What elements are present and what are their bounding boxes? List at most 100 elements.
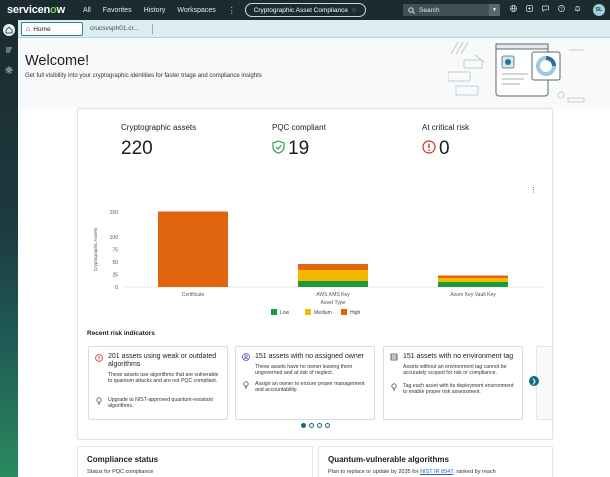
page-title: Welcome! [25, 53, 90, 69]
x-tick-label: Azure Key Vault Key [450, 292, 496, 298]
risk-card-title: 151 assets with no environment tag [403, 353, 514, 360]
workspace-tabs: ⌂ Home crucsvsph01.cr... [18, 20, 610, 38]
risk-card-no-environment[interactable]: 151 assets with no environment tag Asset… [383, 346, 523, 420]
risk-card-title: 201 assets using weak or outdated algori… [108, 353, 217, 368]
servicenow-logo[interactable]: servicenow [7, 4, 69, 16]
star-icon[interactable]: ☆ [351, 6, 357, 14]
quantum-sub-pre: Plan to replace or update by 2035 for [328, 469, 419, 475]
y-tick-label: 25 [112, 272, 118, 278]
carousel-dot[interactable] [317, 423, 322, 428]
compliance-status-subtitle: Status for PQC compliance [87, 469, 154, 475]
legend-label: Medium [314, 310, 332, 316]
global-search[interactable]: Search ▼ [403, 4, 500, 16]
bar-segment [158, 211, 228, 287]
metric-cryptographic-assets[interactable]: Cryptographic assets 220 [121, 123, 196, 160]
top-nav: All Favorites History Workspaces ⋮ [83, 6, 250, 15]
nav-history[interactable]: History [144, 7, 166, 14]
sparkle-icon[interactable] [526, 5, 533, 12]
y-tick-label: 150 [110, 210, 119, 216]
alert-icon [95, 354, 103, 362]
legend-swatch [271, 309, 277, 315]
x-tick-label: Certificate [182, 292, 205, 298]
user-icon [242, 353, 250, 361]
carousel-dot[interactable] [301, 423, 306, 428]
metric-pqc-compliant[interactable]: PQC compliant 19 [272, 123, 326, 160]
bar-segment [438, 278, 508, 282]
bar-segment [438, 282, 508, 287]
chart-options-icon[interactable]: ⋮ [530, 186, 537, 194]
lightbulb-icon [243, 381, 249, 389]
compliance-status-title: Compliance status [87, 455, 159, 464]
nav-favorites[interactable]: Favorites [103, 7, 132, 14]
shield-check-icon [272, 138, 285, 160]
top-header: servicenow All Favorites History Workspa… [0, 0, 610, 20]
nist-ir-link[interactable]: NIST IR 8547 [420, 469, 453, 475]
home-icon[interactable] [3, 24, 15, 36]
overview-card: Cryptographic assets 220 PQC compliant 1… [77, 108, 553, 440]
tab-home[interactable]: ⌂ Home [21, 22, 83, 36]
risk-card-action: Upgrade to NIST-approved quantum-resista… [108, 397, 213, 410]
user-avatar[interactable]: SL [593, 4, 605, 16]
server-icon [390, 353, 398, 361]
page-subtitle: Get full visibility into your cryptograp… [25, 73, 262, 79]
bell-icon[interactable] [574, 5, 581, 12]
bar-segment [298, 270, 368, 281]
app-scope-pill[interactable]: Cryptographic Asset Compliance ☆ [245, 3, 366, 17]
welcome-banner: Welcome! Get full visibility into your c… [18, 38, 610, 108]
asset-type-chart: 0 25 50 75 100 150 Cryptographic Assets Certifi… [93, 210, 543, 316]
metric-pqc-value: 19 [288, 138, 310, 159]
globe-icon[interactable] [510, 5, 517, 12]
app-scope-label: Cryptographic Asset Compliance [253, 6, 348, 14]
x-axis-label: Asset Type [321, 300, 346, 306]
quantum-algorithms-subtitle: Plan to replace or update by 2035 for NI… [328, 469, 496, 475]
hero-illustration [448, 41, 585, 103]
settings-gear-icon[interactable] [3, 64, 15, 76]
search-dropdown-icon[interactable]: ▼ [489, 4, 500, 16]
lightbulb-icon [391, 383, 397, 391]
risk-card-desc: Assets without an environment tag cannot… [403, 364, 507, 377]
risk-card-action: Assign an owner to ensure proper managem… [255, 381, 365, 394]
nav-workspaces[interactable]: Workspaces [177, 7, 215, 14]
legend-label: High [350, 310, 361, 316]
lightbulb-icon [96, 397, 102, 405]
y-tick-label: 50 [112, 260, 118, 266]
risk-card-weak-algorithms[interactable]: 201 assets using weak or outdated algori… [88, 346, 228, 420]
left-rail [0, 20, 18, 477]
carousel-next-button[interactable]: ❯ [529, 376, 539, 386]
help-icon[interactable]: ? [558, 5, 565, 12]
header-icons: ? [510, 5, 581, 13]
quantum-algorithms-title: Quantum-vulnerable algorithms [328, 455, 449, 464]
y-tick-label: 0 [115, 285, 118, 291]
search-input[interactable]: Search [419, 7, 489, 14]
y-axis-label: Cryptographic Assets [93, 227, 98, 271]
bar-segment [438, 275, 508, 278]
recent-risk-title: Recent risk indicators [87, 330, 155, 337]
svg-text:?: ? [560, 6, 563, 11]
tab-divider [152, 24, 153, 34]
risk-card-desc: These assets have no owner leaving them … [255, 364, 353, 377]
chat-icon[interactable] [542, 5, 549, 13]
legend-swatch [341, 309, 347, 315]
nav-all[interactable]: All [83, 7, 91, 14]
more-menu-icon[interactable]: ⋮ [228, 6, 236, 15]
risk-card-no-owner[interactable]: 151 assets with no assigned owner These … [235, 346, 375, 420]
y-tick-label: 75 [112, 247, 118, 253]
carousel-dot[interactable] [325, 423, 330, 428]
critical-alert-icon [422, 138, 436, 160]
metric-pqc-label: PQC compliant [272, 123, 326, 132]
risk-card-desc: These assets use algorithms that are vul… [108, 372, 219, 385]
carousel-pagination [301, 423, 330, 428]
metric-assets-label: Cryptographic assets [121, 123, 197, 132]
metric-assets-value: 220 [121, 138, 153, 159]
legend-swatch [305, 309, 311, 315]
bar-segment [298, 281, 368, 287]
metric-critical-label: At critical risk [422, 123, 470, 132]
x-tick-label: AWS KMS Key [316, 292, 350, 298]
metric-critical-risk[interactable]: At critical risk 0 [422, 123, 469, 160]
carousel-dot[interactable] [309, 423, 314, 428]
quantum-algorithms-card: Quantum-vulnerable algorithms Plan to re… [318, 446, 553, 477]
list-filter-icon[interactable] [3, 44, 15, 56]
tab-record[interactable]: crucsvsph01.cr... [90, 25, 139, 32]
search-icon [408, 6, 415, 14]
quantum-sub-post: , ranked by reach [453, 469, 496, 475]
